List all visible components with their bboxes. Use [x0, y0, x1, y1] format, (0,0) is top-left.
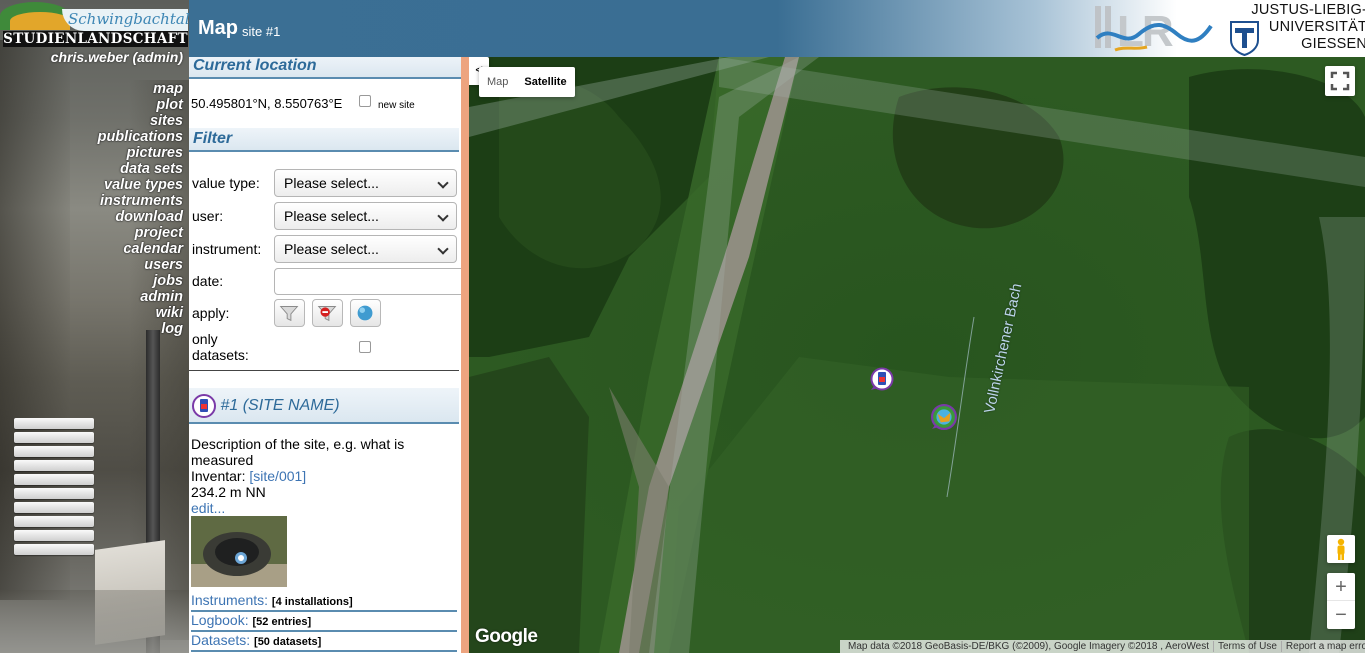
nav-data-sets[interactable]: data sets [98, 161, 183, 177]
apply-filter-button[interactable] [274, 299, 305, 327]
fullscreen-button[interactable] [1325, 66, 1355, 96]
date-input[interactable] [274, 268, 461, 295]
coordinates: 50.495801°N, 8.550763°E [191, 96, 343, 111]
logo-wordmark: STUDIENLANDSCHAFT [3, 31, 188, 47]
page-header: Map site #1 LR JUSTUS-LIEBIG- UNIVERSITÄ… [189, 0, 1365, 57]
logo-script: Schwingbachtal [68, 10, 189, 28]
chevron-down-icon [437, 243, 449, 255]
logo-hill [10, 12, 70, 30]
instruments-section[interactable]: Instruments: [4 installations] [191, 592, 457, 612]
instrument-marker-icon[interactable] [870, 367, 894, 391]
value-type-label: value type: [192, 175, 260, 191]
terms-of-use-link[interactable]: Terms of Use [1213, 641, 1281, 652]
street-view-button[interactable] [1327, 535, 1355, 563]
nav-sites[interactable]: sites [98, 113, 183, 129]
sidebar: Schwingbachtal STUDIENLANDSCHAFT chris.w… [0, 0, 189, 653]
radiation-shield [14, 418, 94, 568]
page-subtitle: site #1 [242, 24, 281, 39]
university-emblem-icon[interactable] [1229, 20, 1260, 56]
instrument-marker-icon [192, 393, 216, 418]
user-label: user: [192, 208, 224, 224]
zoom-control: + − [1327, 573, 1355, 629]
funnel-icon [279, 306, 299, 322]
map-type-control: Map Satellite [479, 67, 575, 97]
user-select[interactable]: Please select... [274, 202, 457, 230]
current-location-heading: Current location [189, 57, 461, 79]
panel-divider[interactable] [461, 57, 469, 653]
section-divider [189, 370, 459, 371]
site-description: Description of the site, e.g. what is me… [191, 436, 405, 468]
side-panel: Current location 50.495801°N, 8.550763°E… [189, 57, 461, 653]
nav-log[interactable]: log [98, 321, 183, 337]
map-data-credit: Map data ©2018 GeoBasis-DE/BKG (©2009), … [848, 641, 1209, 652]
nav-wiki[interactable]: wiki [98, 305, 183, 321]
site-marker-icon[interactable] [931, 404, 957, 430]
nav-download[interactable]: download [98, 209, 183, 225]
nav-map[interactable]: map [98, 81, 183, 97]
site-logo[interactable]: Schwingbachtal STUDIENLANDSCHAFT [0, 0, 189, 48]
main-nav: map plot sites publications pictures dat… [98, 81, 183, 337]
ground [0, 590, 189, 653]
site-photo[interactable] [191, 516, 287, 587]
nav-calendar[interactable]: calendar [98, 241, 183, 257]
instrument-label: instrument: [192, 241, 262, 257]
funnel-clear-icon [317, 306, 337, 322]
apply-label: apply: [192, 305, 230, 321]
zoom-in-button[interactable]: + [1327, 573, 1355, 601]
satellite-imagery [469, 57, 1365, 653]
site-elevation: 234.2 m NN [191, 484, 266, 500]
zoom-out-button[interactable]: − [1327, 601, 1355, 629]
nav-admin[interactable]: admin [98, 289, 183, 305]
nav-publications[interactable]: publications [98, 129, 183, 145]
report-map-error-link[interactable]: Report a map error [1280, 641, 1365, 652]
satellite-map[interactable]: Vollnkirchener Bach < Map Satellite + − … [469, 57, 1365, 653]
map-attribution: Map data ©2018 GeoBasis-DE/BKG (©2009), … [840, 640, 1365, 653]
show-all-button[interactable] [350, 299, 381, 327]
map-type-map-button[interactable]: Map [479, 67, 516, 97]
new-site-checkbox[interactable] [359, 95, 371, 107]
nav-plot[interactable]: plot [98, 97, 183, 113]
current-user-link[interactable]: chris.weber (admin) [51, 49, 183, 65]
pegman-icon [1337, 538, 1345, 560]
value-type-select[interactable]: Please select... [274, 169, 457, 197]
fullscreen-icon [1330, 71, 1350, 91]
google-logo: Google [475, 626, 538, 647]
nav-pictures[interactable]: pictures [98, 145, 183, 161]
inventar-line: Inventar: [site/001] [191, 468, 307, 484]
logbook-section[interactable]: Logbook: [52 entries] [191, 612, 457, 632]
new-site-label: new site [378, 100, 415, 111]
site-heading[interactable]: #1 (SITE NAME) [189, 388, 459, 424]
page-title: Map [198, 17, 238, 39]
only-datasets-label: only datasets: [192, 331, 249, 363]
datasets-section[interactable]: Datasets: [50 datasets] [191, 632, 457, 652]
only-datasets-checkbox[interactable] [359, 341, 371, 353]
nav-value-types[interactable]: value types [98, 177, 183, 193]
clear-filter-button[interactable] [312, 299, 343, 327]
ilr-logo[interactable]: LR [1095, 4, 1213, 52]
globe-icon [357, 305, 373, 321]
nav-instruments[interactable]: instruments [98, 193, 183, 209]
edit-site-link[interactable]: edit... [191, 500, 225, 516]
apply-buttons [274, 299, 394, 327]
nav-jobs[interactable]: jobs [98, 273, 183, 289]
chevron-down-icon [437, 177, 449, 189]
map-type-satellite-button[interactable]: Satellite [516, 67, 574, 97]
instrument-select[interactable]: Please select... [274, 235, 457, 263]
inventar-link[interactable]: [site/001] [249, 468, 306, 484]
filter-heading: Filter [189, 128, 459, 152]
nav-users[interactable]: users [98, 257, 183, 273]
chevron-down-icon [437, 210, 449, 222]
date-label: date: [192, 273, 224, 289]
nav-project[interactable]: project [98, 225, 183, 241]
